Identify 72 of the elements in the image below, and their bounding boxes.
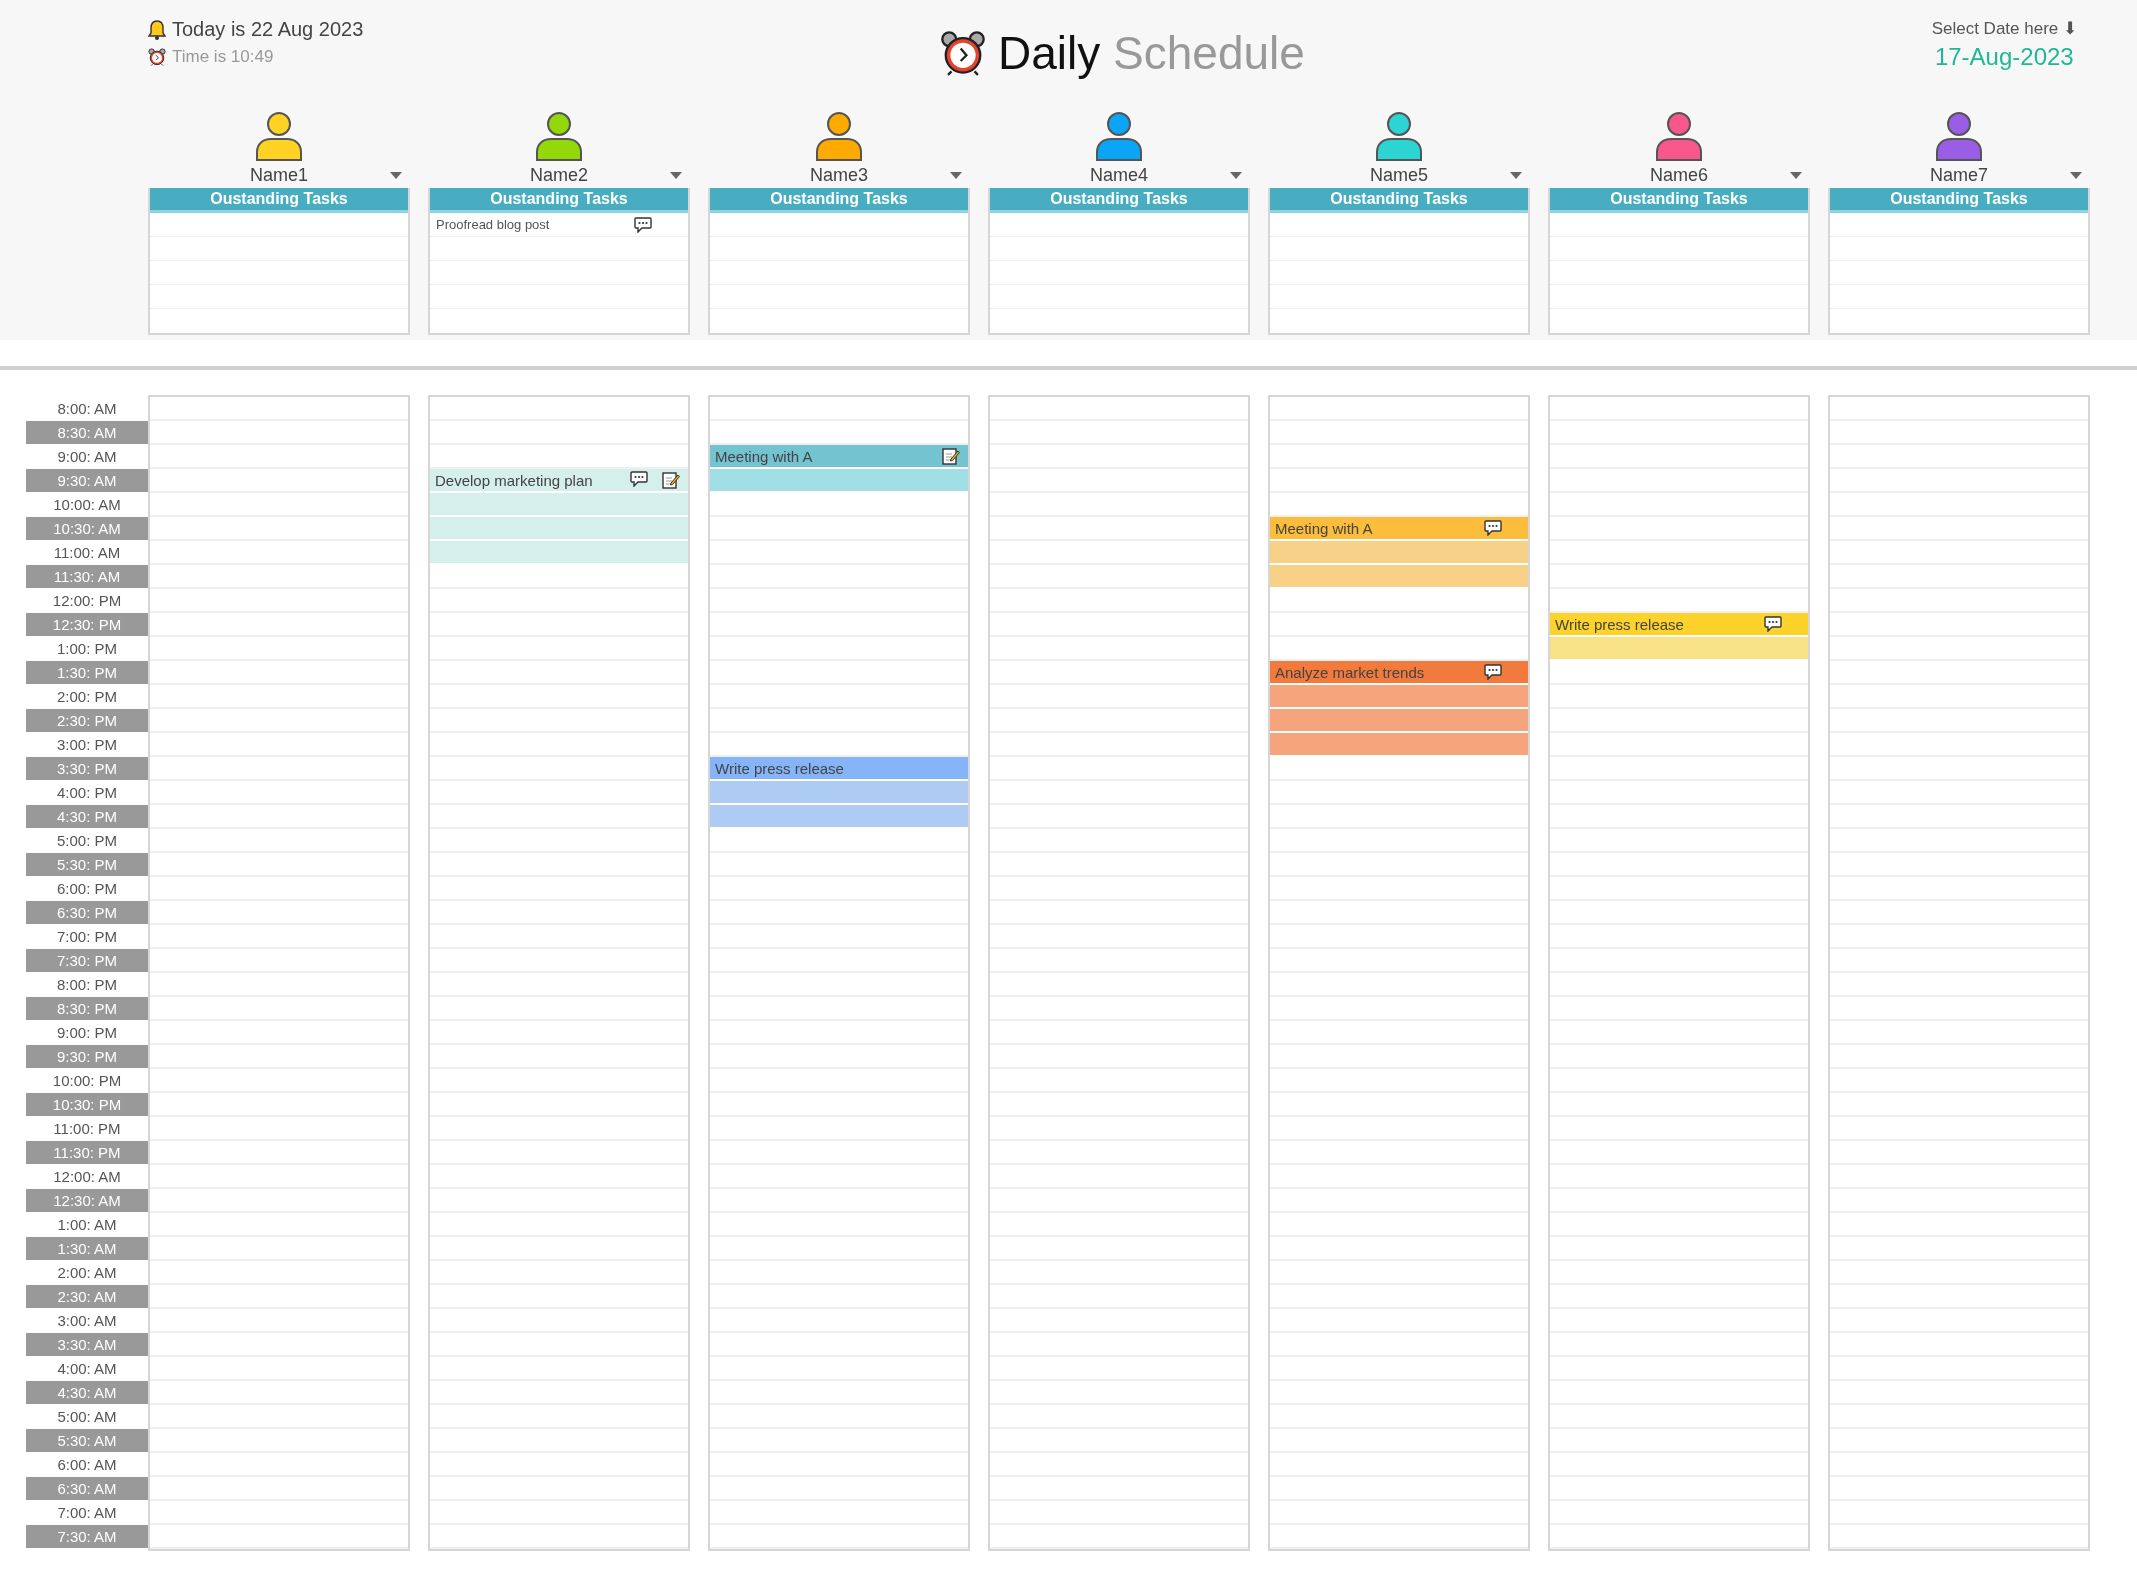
- time-label: 10:30: PM: [26, 1093, 148, 1117]
- event-title: Meeting with A: [715, 447, 813, 465]
- event-title: Write press release: [1555, 615, 1684, 633]
- tasks-header: Oustanding Tasks: [990, 188, 1248, 213]
- time-label: 2:30: AM: [26, 1285, 148, 1309]
- time-label: 10:30: AM: [26, 517, 148, 541]
- time-label: 6:30: AM: [26, 1477, 148, 1501]
- event-title: Develop marketing plan: [435, 471, 593, 489]
- comment-icon[interactable]: [634, 216, 652, 233]
- time-label: 6:30: PM: [26, 901, 148, 925]
- time-label: 12:30: AM: [26, 1189, 148, 1213]
- comment-icon[interactable]: [1764, 616, 1782, 632]
- time-label: 2:30: PM: [26, 709, 148, 733]
- time-label: 7:30: AM: [26, 1525, 148, 1549]
- alarm-clock-icon: [148, 48, 166, 66]
- event-block[interactable]: Meeting with A: [710, 445, 968, 469]
- alarm-clock-icon: [940, 30, 987, 76]
- time-label: 12:30: PM: [26, 613, 148, 637]
- event-block[interactable]: Meeting with A: [1270, 517, 1528, 541]
- time-label: 9:30: AM: [26, 469, 148, 493]
- time-label: 11:30: AM: [26, 565, 148, 589]
- person-dropdown[interactable]: Name5: [1366, 164, 1432, 186]
- tasks-header: Oustanding Tasks: [430, 188, 688, 213]
- person-dropdown[interactable]: Name7: [1926, 164, 1992, 186]
- time-label: 3:30: AM: [26, 1333, 148, 1357]
- task-text[interactable]: Proofread blog post: [436, 217, 550, 232]
- comment-icon[interactable]: [630, 471, 648, 487]
- time-label: 8:30: PM: [26, 997, 148, 1021]
- tasks-header: Oustanding Tasks: [1270, 188, 1528, 213]
- time-label: 1:30: PM: [26, 661, 148, 685]
- comment-icon[interactable]: [1484, 520, 1502, 536]
- caret-icon[interactable]: [2070, 172, 2082, 180]
- comment-icon[interactable]: [1484, 664, 1502, 680]
- event-title: Write press release: [715, 759, 844, 777]
- caret-icon[interactable]: [950, 172, 962, 180]
- event-title: Analyze market trends: [1275, 663, 1425, 681]
- caret-icon[interactable]: [670, 172, 682, 180]
- current-time: Time is 10:49: [172, 47, 274, 67]
- time-label: 7:30: PM: [26, 949, 148, 973]
- event-block[interactable]: Write press release: [710, 757, 968, 781]
- person-dropdown[interactable]: Name2: [526, 164, 592, 186]
- event-block[interactable]: Analyze market trends: [1270, 661, 1528, 685]
- event-block[interactable]: Develop marketing plan: [430, 469, 688, 493]
- caret-icon[interactable]: [1230, 172, 1242, 180]
- tasks-header: Oustanding Tasks: [150, 188, 408, 213]
- time-label: 1:30: AM: [26, 1237, 148, 1261]
- page-title: Daily Schedule: [998, 26, 1305, 80]
- today-date: Today is 22 Aug 2023: [172, 18, 364, 41]
- note-icon[interactable]: [942, 447, 960, 465]
- person-dropdown[interactable]: Name1: [246, 164, 312, 186]
- caret-icon[interactable]: [1510, 172, 1522, 180]
- person-dropdown[interactable]: Name3: [806, 164, 872, 186]
- caret-icon[interactable]: [1790, 172, 1802, 180]
- note-icon[interactable]: [662, 471, 680, 489]
- person-dropdown[interactable]: Name6: [1646, 164, 1712, 186]
- tasks-header: Oustanding Tasks: [1830, 188, 2088, 213]
- time-label: 5:30: AM: [26, 1429, 148, 1453]
- date-prompt: Select Date here ⬇: [1931, 18, 2077, 39]
- time-label: 5:30: PM: [26, 853, 148, 877]
- time-label: 4:30: AM: [26, 1381, 148, 1405]
- tasks-header: Oustanding Tasks: [1550, 188, 1808, 213]
- person-dropdown[interactable]: Name4: [1086, 164, 1152, 186]
- time-label: 4:30: PM: [26, 805, 148, 829]
- event-block[interactable]: Write press release: [1550, 613, 1808, 637]
- time-label: 3:30: PM: [26, 757, 148, 781]
- event-title: Meeting with A: [1275, 519, 1373, 537]
- bell-icon: [148, 19, 166, 40]
- time-label: 11:30: PM: [26, 1141, 148, 1165]
- time-label: 9:30: PM: [26, 1045, 148, 1069]
- caret-icon[interactable]: [390, 172, 402, 180]
- tasks-header: Oustanding Tasks: [710, 188, 968, 213]
- time-label: 8:30: AM: [26, 421, 148, 445]
